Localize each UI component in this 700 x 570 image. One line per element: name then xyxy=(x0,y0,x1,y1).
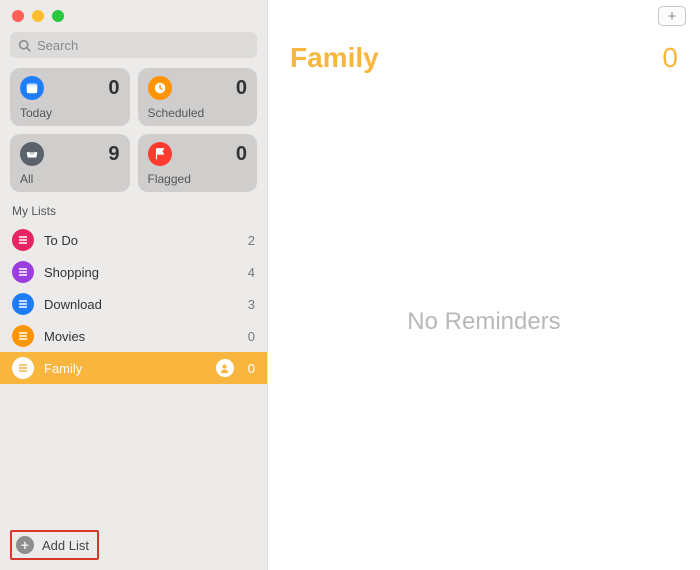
flag-icon xyxy=(148,142,172,166)
list-row[interactable]: Shopping 4 xyxy=(0,256,267,288)
main-pane: + Family 0 No Reminders xyxy=(268,0,700,570)
list-label: Shopping xyxy=(44,265,238,280)
minimize-window-button[interactable] xyxy=(32,10,44,22)
calendar-icon xyxy=(20,76,44,100)
search-field[interactable] xyxy=(10,32,257,58)
smart-today[interactable]: 0 Today xyxy=(10,68,130,126)
maximize-window-button[interactable] xyxy=(52,10,64,22)
smart-all[interactable]: 9 All xyxy=(10,134,130,192)
smart-all-label: All xyxy=(20,172,120,186)
list-row-selected[interactable]: Family 0 xyxy=(0,352,267,384)
list-icon xyxy=(12,261,34,283)
smart-all-count: 9 xyxy=(108,143,119,166)
list-title: Family xyxy=(290,42,379,74)
smart-flagged[interactable]: 0 Flagged xyxy=(138,134,258,192)
window-controls xyxy=(0,0,267,32)
list-count: 0 xyxy=(248,361,255,376)
smart-today-count: 0 xyxy=(108,77,119,100)
plus-icon: + xyxy=(668,8,677,25)
smart-flagged-count: 0 xyxy=(236,143,247,166)
list-icon xyxy=(12,229,34,251)
sidebar: 0 Today 0 Scheduled 9 All xyxy=(0,0,268,570)
list-count: 0 xyxy=(248,329,255,344)
list-row[interactable]: Movies 0 xyxy=(0,320,267,352)
list-total-count: 0 xyxy=(662,42,678,74)
smart-lists: 0 Today 0 Scheduled 9 All xyxy=(0,68,267,202)
list-row[interactable]: Download 3 xyxy=(0,288,267,320)
smart-scheduled-count: 0 xyxy=(236,77,247,100)
list-row[interactable]: To Do 2 xyxy=(0,224,267,256)
close-window-button[interactable] xyxy=(12,10,24,22)
smart-today-label: Today xyxy=(20,106,120,120)
empty-state-text: No Reminders xyxy=(407,308,560,336)
clock-icon xyxy=(148,76,172,100)
list-count: 3 xyxy=(248,297,255,312)
list-icon xyxy=(12,357,34,379)
list-icon xyxy=(12,293,34,315)
list-icon xyxy=(12,325,34,347)
list-label: Family xyxy=(44,361,206,376)
search-icon xyxy=(18,39,31,52)
tray-icon xyxy=(20,142,44,166)
list-count: 2 xyxy=(248,233,255,248)
list-label: To Do xyxy=(44,233,238,248)
my-lists-header: My Lists xyxy=(0,202,267,224)
smart-scheduled[interactable]: 0 Scheduled xyxy=(138,68,258,126)
shared-icon xyxy=(216,359,234,377)
plus-circle-icon: + xyxy=(16,536,34,554)
add-list-button[interactable]: + Add List xyxy=(10,530,99,560)
add-list-label: Add List xyxy=(42,538,89,553)
add-reminder-button[interactable]: + xyxy=(658,6,686,26)
search-input[interactable] xyxy=(37,38,249,53)
smart-flagged-label: Flagged xyxy=(148,172,248,186)
list-label: Movies xyxy=(44,329,238,344)
smart-scheduled-label: Scheduled xyxy=(148,106,248,120)
list-count: 4 xyxy=(248,265,255,280)
list-label: Download xyxy=(44,297,238,312)
lists-container: To Do 2 Shopping 4 Download 3 Movies 0 xyxy=(0,224,267,522)
